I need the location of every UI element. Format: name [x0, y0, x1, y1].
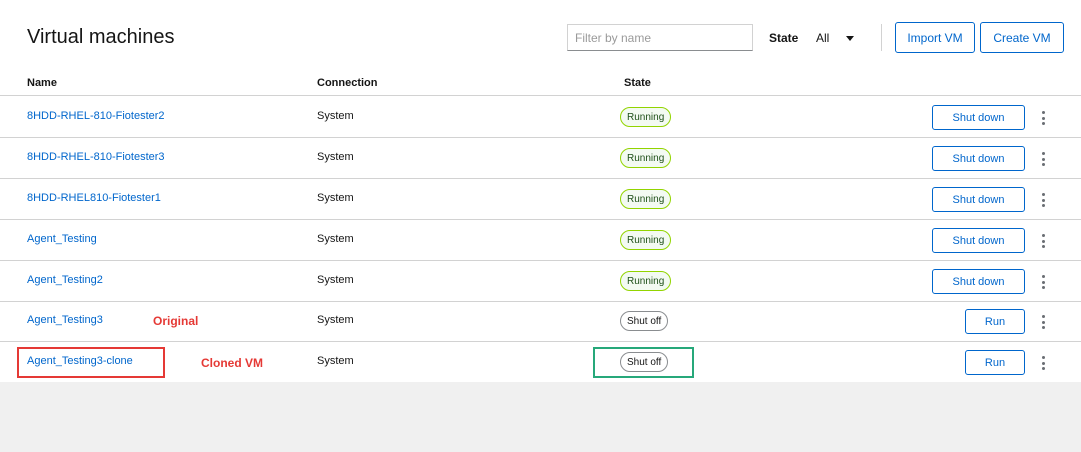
column-header-connection[interactable]: Connection	[317, 77, 378, 89]
vm-connection: System	[317, 355, 354, 367]
table-row: 8HDD-RHEL-810-Fiotester3 System Running …	[0, 138, 1081, 179]
table-row: Agent_Testing System Running Shut down	[0, 220, 1081, 261]
vm-name-link[interactable]: Agent_Testing2	[27, 274, 103, 286]
filter-by-name-input[interactable]	[567, 24, 753, 51]
shut-down-button[interactable]: Shut down	[932, 269, 1025, 294]
empty-footer-area	[0, 382, 1081, 452]
table-row: 8HDD-RHEL810-Fiotester1 System Running S…	[0, 179, 1081, 220]
vm-name-link[interactable]: 8HDD-RHEL810-Fiotester1	[27, 192, 161, 204]
kebab-menu-icon[interactable]	[1036, 109, 1050, 127]
vm-connection: System	[317, 274, 354, 286]
run-button[interactable]: Run	[965, 309, 1025, 334]
vm-name-link[interactable]: Agent_Testing	[27, 233, 97, 245]
shut-down-button[interactable]: Shut down	[932, 228, 1025, 253]
state-badge-running: Running	[620, 230, 672, 250]
kebab-menu-icon[interactable]	[1036, 191, 1050, 209]
page-title: Virtual machines	[27, 26, 175, 48]
clone-name-highlight-box	[17, 347, 165, 378]
vm-connection: System	[317, 151, 354, 163]
vm-name-link[interactable]: 8HDD-RHEL-810-Fiotester2	[27, 110, 165, 122]
state-filter-select[interactable]: All	[808, 24, 866, 51]
shut-down-button[interactable]: Shut down	[932, 105, 1025, 130]
vm-name-link[interactable]: 8HDD-RHEL-810-Fiotester3	[27, 151, 165, 163]
toolbar-divider	[881, 24, 882, 51]
state-badge-shut-off: Shut off	[620, 311, 669, 331]
shut-down-button[interactable]: Shut down	[932, 146, 1025, 171]
clone-state-highlight-box	[593, 347, 694, 378]
table-row: Agent_Testing2 System Running Shut down	[0, 261, 1081, 302]
create-vm-button[interactable]: Create VM	[980, 22, 1064, 53]
state-badge-running: Running	[620, 189, 672, 209]
state-filter-label: State	[769, 31, 799, 45]
shut-down-button[interactable]: Shut down	[932, 187, 1025, 212]
kebab-menu-icon[interactable]	[1036, 232, 1050, 250]
vm-name-link[interactable]: Agent_Testing3	[27, 314, 103, 326]
column-header-state[interactable]: State	[624, 77, 651, 89]
vm-connection: System	[317, 233, 354, 245]
kebab-menu-icon[interactable]	[1036, 150, 1050, 168]
kebab-menu-icon[interactable]	[1036, 313, 1050, 331]
cloned-vm-annotation: Cloned VM	[201, 356, 263, 370]
kebab-menu-icon[interactable]	[1036, 273, 1050, 291]
vm-connection: System	[317, 110, 354, 122]
column-header-name[interactable]: Name	[27, 77, 57, 89]
toolbar: Virtual machines State All Import VM Cre…	[0, 0, 1081, 66]
caret-down-icon	[846, 36, 854, 41]
vm-connection: System	[317, 314, 354, 326]
table-row: 8HDD-RHEL-810-Fiotester2 System Running …	[0, 97, 1081, 138]
table-header: Name Connection State	[0, 66, 1081, 96]
vm-connection: System	[317, 192, 354, 204]
kebab-menu-icon[interactable]	[1036, 354, 1050, 372]
vm-list-panel: Virtual machines State All Import VM Cre…	[0, 0, 1081, 383]
original-annotation: Original	[153, 314, 199, 328]
state-badge-running: Running	[620, 271, 672, 291]
import-vm-button[interactable]: Import VM	[895, 22, 975, 53]
state-badge-running: Running	[620, 107, 672, 127]
run-button[interactable]: Run	[965, 350, 1025, 375]
state-filter-value: All	[816, 30, 830, 45]
state-badge-running: Running	[620, 148, 672, 168]
